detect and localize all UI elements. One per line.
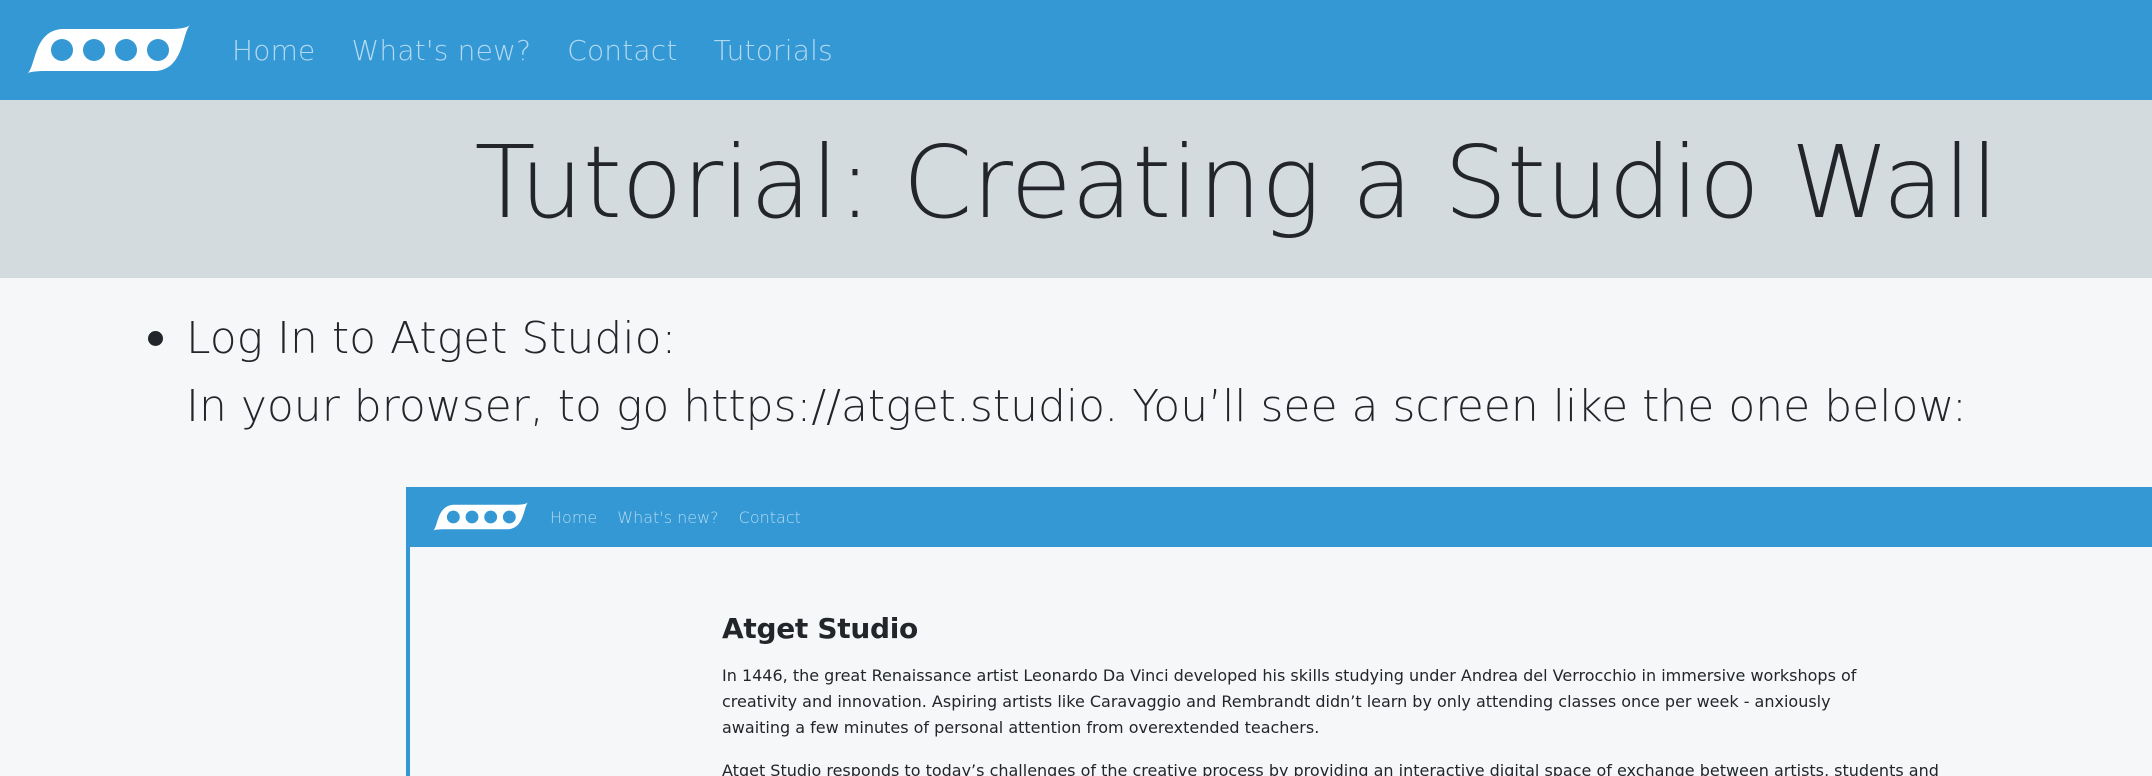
screenshot-nav-links: Home What's new? Contact xyxy=(550,508,821,527)
screenshot-logo-icon xyxy=(433,502,528,531)
nav-link-whats-new[interactable]: What's new? xyxy=(352,34,532,67)
main-nav: Home What's new? Contact Tutorials xyxy=(232,34,869,67)
page-title: Tutorial: Creating a Studio Wall xyxy=(474,124,1998,241)
screenshot-navbar: Home What's new? Contact xyxy=(410,487,2152,547)
atget-logo-icon[interactable] xyxy=(22,25,190,75)
screenshot-paragraph-2: Atget Studio responds to today’s challen… xyxy=(722,761,1939,776)
screenshot-nav-contact: Contact xyxy=(738,507,801,527)
embedded-screenshot: Home What's new? Contact Atget Studio In… xyxy=(406,487,2152,776)
step-instruction: In your browser, to go https://atget.stu… xyxy=(186,381,1967,432)
nav-link-tutorials[interactable]: Tutorials xyxy=(714,34,833,67)
screenshot-heading: Atget Studio xyxy=(722,612,918,645)
screenshot-nav-whats-new: What's new? xyxy=(617,507,719,527)
nav-link-contact[interactable]: Contact xyxy=(567,34,677,67)
screenshot-nav-home: Home xyxy=(550,507,598,527)
bullet-icon xyxy=(148,331,163,346)
hero-banner: Tutorial: Creating a Studio Wall xyxy=(0,100,2152,278)
top-navbar: Home What's new? Contact Tutorials xyxy=(0,0,2152,100)
screenshot-paragraph-1: In 1446, the great Renaissance artist Le… xyxy=(722,666,1857,737)
step-title: Log In to Atget Studio: xyxy=(186,313,677,364)
nav-link-home[interactable]: Home xyxy=(232,34,316,67)
